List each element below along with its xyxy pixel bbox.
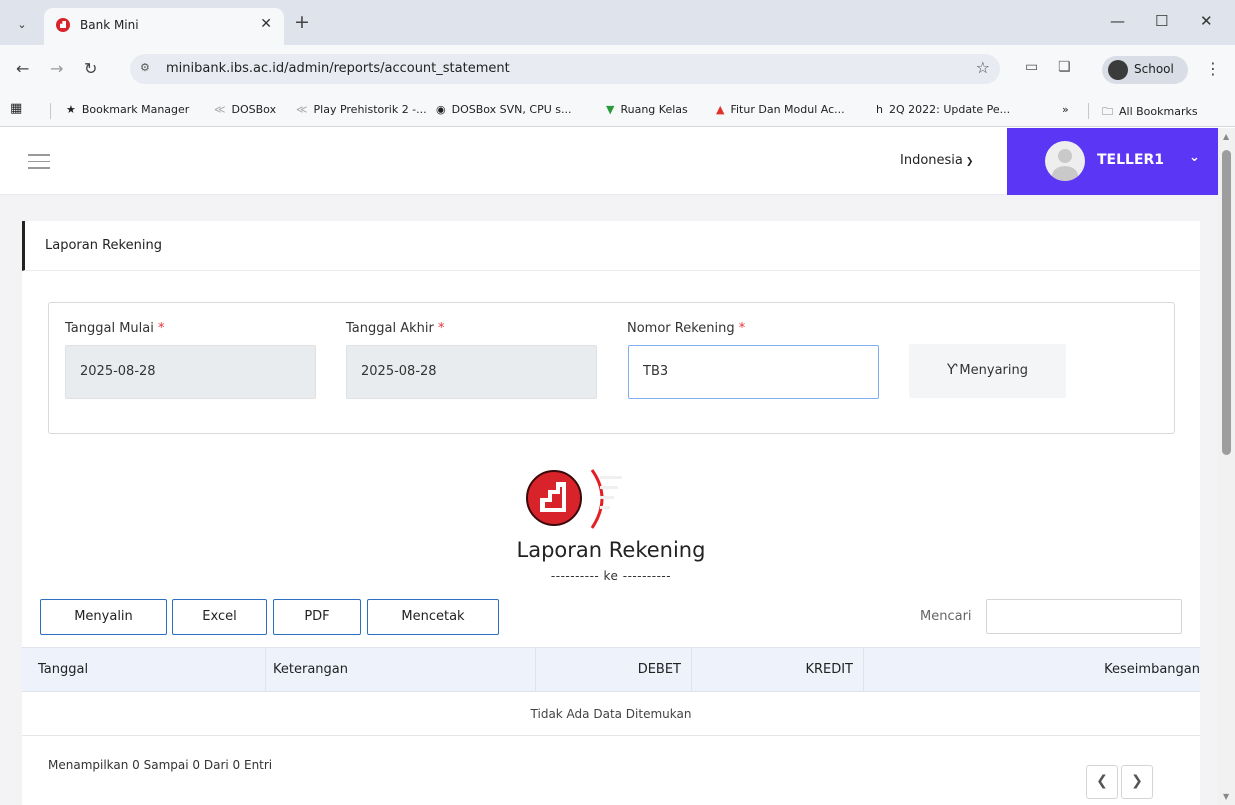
tab-title: Bank Mini bbox=[80, 18, 139, 32]
forward-icon[interactable]: → bbox=[50, 59, 63, 78]
chevron-right-icon: ❯ bbox=[1131, 773, 1143, 789]
pagination-info: Menampilkan 0 Sampai 0 Dari 0 Entri bbox=[48, 758, 273, 772]
profile-button[interactable]: School bbox=[1102, 56, 1188, 84]
copy-button[interactable]: Menyalin bbox=[40, 599, 167, 635]
bookmark-item[interactable]: ▼ Ruang Kelas bbox=[606, 103, 688, 116]
star-icon: ★ bbox=[66, 103, 76, 116]
url-text: minibank.ibs.ac.id/admin/reports/account… bbox=[166, 61, 510, 76]
previous-page-button[interactable]: ❮ bbox=[1086, 765, 1118, 799]
table-header: Tanggal Keterangan DEBET KREDIT Keseimba… bbox=[22, 647, 1200, 692]
app-viewport: Indonesia ❯ TELLER1 ⌄ Laporan Rekening Ta… bbox=[0, 128, 1218, 805]
print-button[interactable]: Mencetak bbox=[367, 599, 499, 635]
column-header-date[interactable]: Tanggal bbox=[22, 648, 266, 691]
account-number-input[interactable]: TB3 bbox=[628, 345, 879, 399]
end-date-label: Tanggal Akhir * bbox=[346, 321, 445, 336]
report-title: Laporan Rekening bbox=[516, 538, 706, 562]
dosbox-icon: ◉ bbox=[436, 103, 446, 116]
top-navbar: Indonesia ❯ TELLER1 ⌄ bbox=[0, 128, 1218, 195]
chevron-down-icon: ⌄ bbox=[1189, 150, 1200, 165]
bookmark-item[interactable]: h 2Q 2022: Update Pe... bbox=[876, 103, 1010, 116]
maximize-icon[interactable]: ☐ bbox=[1155, 12, 1168, 30]
browser-tab[interactable]: Bank Mini ✕ bbox=[44, 8, 284, 45]
user-name: TELLER1 bbox=[1097, 152, 1165, 168]
bookmark-item[interactable]: ◉ DOSBox SVN, CPU s... bbox=[436, 103, 571, 116]
extensions-icon[interactable]: ❏ bbox=[1058, 59, 1071, 75]
bookmark-item[interactable]: ★ Bookmark Manager bbox=[66, 103, 189, 116]
filter-button-label: Menyaring bbox=[959, 363, 1028, 378]
pdf-button[interactable]: PDF bbox=[273, 599, 361, 635]
browser-menu-icon[interactable]: ⋮ bbox=[1205, 59, 1221, 78]
tab-close-icon[interactable]: ✕ bbox=[260, 16, 272, 32]
end-date-input[interactable]: 2025-08-28 bbox=[346, 345, 597, 399]
bookmark-item[interactable]: ≪ Play Prehistorik 2 -... bbox=[296, 103, 427, 116]
url-input[interactable]: ⚙ minibank.ibs.ac.id/admin/reports/accou… bbox=[130, 54, 1000, 84]
reload-icon[interactable]: ↻ bbox=[84, 59, 97, 78]
user-avatar bbox=[1045, 141, 1085, 181]
bookmarks-overflow-icon[interactable]: » bbox=[1062, 103, 1069, 116]
new-tab-icon[interactable]: + bbox=[294, 11, 310, 33]
profile-label: School bbox=[1134, 62, 1174, 76]
h-icon: h bbox=[876, 103, 883, 116]
classroom-icon: ▼ bbox=[606, 103, 615, 116]
minimize-icon[interactable]: — bbox=[1110, 12, 1125, 30]
empty-table-message: Tidak Ada Data Ditemukan bbox=[22, 692, 1200, 736]
filter-button[interactable]: Ƴ Menyaring bbox=[909, 344, 1066, 398]
next-page-button[interactable]: ❯ bbox=[1121, 765, 1153, 799]
site-info-icon[interactable]: ⚙ bbox=[140, 61, 150, 74]
bookmarks-bar: ▦ ★ Bookmark Manager ≪ DOSBox ≪ Play Prehis… bbox=[0, 95, 1235, 127]
bank-mini-favicon-icon bbox=[56, 18, 70, 32]
search-label: Mencari bbox=[920, 609, 972, 624]
search-input[interactable] bbox=[986, 599, 1182, 634]
hamburger-menu-icon[interactable] bbox=[28, 154, 50, 169]
filter-panel: Tanggal Mulai * 2025-08-28 Tanggal Akhir… bbox=[48, 302, 1175, 434]
back-icon[interactable]: ← bbox=[16, 59, 29, 78]
account-number-label: Nomor Rekening * bbox=[627, 321, 746, 336]
apps-grid-icon[interactable]: ▦ bbox=[10, 101, 22, 116]
scroll-down-icon[interactable]: ▼ bbox=[1223, 792, 1229, 801]
user-menu[interactable]: TELLER1 ⌄ bbox=[1007, 128, 1218, 195]
cast-icon[interactable]: ▭ bbox=[1025, 59, 1038, 75]
browser-address-bar: ← → ↻ ⚙ minibank.ibs.ac.id/admin/reports… bbox=[0, 45, 1235, 95]
scroll-up-icon[interactable]: ▲ bbox=[1223, 132, 1229, 141]
start-date-label: Tanggal Mulai * bbox=[65, 321, 165, 336]
bank-logo bbox=[526, 469, 622, 529]
card-title: Laporan Rekening bbox=[45, 238, 162, 253]
bookmark-page-icon: ≪ bbox=[296, 103, 308, 116]
bookmark-page-icon: ≪ bbox=[214, 103, 226, 116]
start-date-input[interactable]: 2025-08-28 bbox=[65, 345, 316, 399]
column-header-credit[interactable]: KREDIT bbox=[692, 648, 864, 691]
column-header-description[interactable]: Keterangan bbox=[266, 648, 536, 691]
page-scrollbar[interactable]: ▲ ▼ bbox=[1218, 128, 1235, 805]
window-close-icon[interactable]: ✕ bbox=[1200, 12, 1213, 30]
bookmarks-divider bbox=[50, 103, 51, 119]
language-dropdown[interactable]: Indonesia ❯ bbox=[900, 153, 973, 168]
scrollbar-thumb[interactable] bbox=[1222, 150, 1231, 455]
report-date-range: ---------- ke ---------- bbox=[550, 569, 672, 583]
chevron-left-icon: ❮ bbox=[1096, 773, 1108, 789]
funnel-icon: Ƴ bbox=[947, 362, 958, 378]
column-header-balance[interactable]: Keseimbangan bbox=[864, 648, 1200, 691]
column-header-debit[interactable]: DEBET bbox=[536, 648, 692, 691]
all-bookmarks-button[interactable]: 🗀 All Bookmarks bbox=[1102, 103, 1198, 122]
tab-search-icon[interactable]: ⌄ bbox=[10, 12, 34, 36]
bookmark-item[interactable]: ▲ Fitur Dan Modul Ac... bbox=[716, 103, 845, 116]
report-card: Laporan Rekening Tanggal Mulai * 2025-08… bbox=[22, 221, 1200, 805]
card-header: Laporan Rekening bbox=[22, 221, 1200, 271]
excel-button[interactable]: Excel bbox=[172, 599, 267, 635]
fitur-icon: ▲ bbox=[716, 103, 725, 116]
language-label: Indonesia bbox=[900, 153, 963, 168]
folder-icon: 🗀 bbox=[1102, 105, 1113, 118]
bookmark-star-icon[interactable]: ☆ bbox=[976, 58, 990, 77]
browser-tab-bar: ⌄ Bank Mini ✕ + — ☐ ✕ bbox=[0, 0, 1235, 45]
chevron-down-icon: ❯ bbox=[965, 157, 974, 167]
bookmarks-divider bbox=[1088, 103, 1089, 119]
bookmark-item[interactable]: ≪ DOSBox bbox=[214, 103, 276, 116]
profile-avatar bbox=[1108, 60, 1128, 80]
